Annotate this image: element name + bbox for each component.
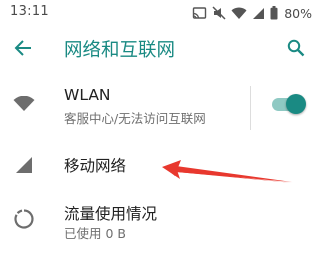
status-icons: 80% [192,3,312,23]
wlan-item[interactable]: WLAN 客服中心/无法访问互联网 [0,80,320,136]
wlan-status: 客服中心/无法访问互联网 [64,111,206,126]
battery-percent: 80% [284,5,312,21]
search-icon [287,39,305,57]
wlan-title: WLAN [64,86,111,104]
wifi-icon [231,7,247,20]
status-bar: 13:11 80% [0,0,320,26]
back-button[interactable] [10,36,36,60]
divider [250,86,251,130]
page-title: 网络和互联网 [64,40,176,61]
battery-icon [270,6,278,20]
mute-icon [212,6,226,20]
cast-icon [192,6,207,20]
wifi-icon [10,92,38,116]
arrow-back-icon [14,40,31,56]
wlan-toggle[interactable] [270,93,306,115]
mobile-network-title: 移动网络 [64,157,127,175]
data-usage-icon [10,206,38,232]
mobile-network-item[interactable]: 移动网络 [0,146,320,186]
search-button[interactable] [284,36,308,60]
signal-icon [252,7,265,20]
toolbar: 网络和互联网 [0,26,320,70]
data-usage-amount: 已使用 0 B [64,226,126,241]
toggle-thumb [286,94,306,114]
settings-screen: 13:11 80% 网络和互联网 WLAN 客服中心/无法访问互联网 移动网络 … [0,0,320,257]
data-usage-item[interactable]: 流量使用情况 已使用 0 B [0,196,320,254]
data-usage-title: 流量使用情况 [64,205,158,223]
cellular-signal-icon [10,152,38,178]
status-time: 13:11 [10,4,49,19]
